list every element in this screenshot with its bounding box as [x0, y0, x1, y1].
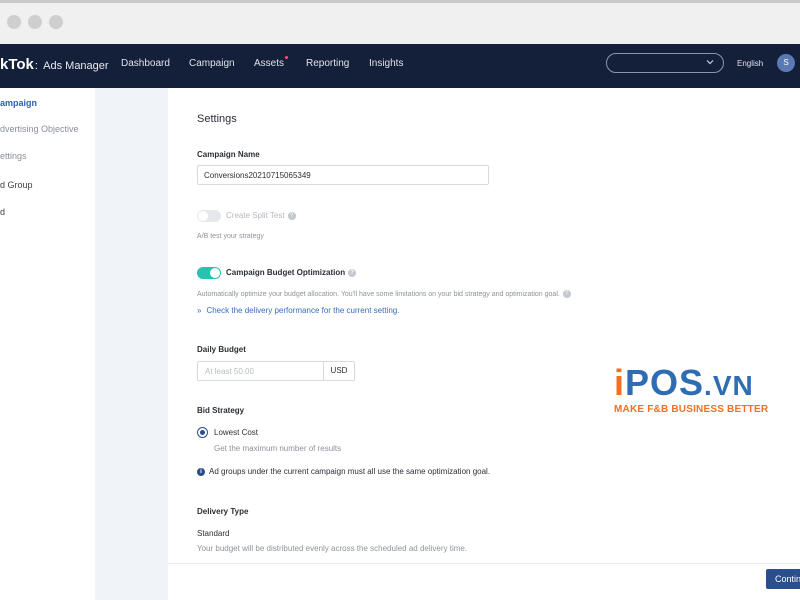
- split-test-label-wrap: Create Split Test?: [226, 211, 296, 220]
- sidebar-gutter: [95, 88, 168, 600]
- double-chevron-right-icon: »: [197, 306, 202, 315]
- bid-note-text: Ad groups under the current campaign mus…: [209, 467, 491, 476]
- daily-budget-placeholder: At least 50.00: [205, 367, 254, 376]
- sidebar: ampaign dvertising Objective ettings d G…: [0, 88, 95, 600]
- sidebar-item-ad-group[interactable]: d Group: [0, 180, 33, 190]
- bid-strategy-label: Bid Strategy: [197, 406, 245, 415]
- toggle-knob: [210, 268, 220, 278]
- window-close-dot[interactable]: [7, 15, 21, 29]
- help-icon[interactable]: ?: [562, 290, 571, 298]
- currency-label: USD: [323, 362, 354, 380]
- split-test-hint: A/B test your strategy: [197, 233, 264, 240]
- window-minimize-dot[interactable]: [28, 15, 42, 29]
- delivery-performance-link[interactable]: » Check the delivery performance for the …: [197, 306, 399, 315]
- brand-i: i: [614, 362, 626, 403]
- delivery-performance-link-text: Check the delivery performance for the c…: [206, 306, 400, 315]
- bid-note: i Ad groups under the current campaign mu…: [197, 467, 490, 476]
- daily-budget-input[interactable]: At least 50.00 USD: [197, 361, 355, 381]
- sidebar-item-settings[interactable]: ettings: [0, 151, 27, 161]
- radio-selected-dot: [200, 430, 205, 435]
- campaign-name-input[interactable]: Conversions20210715065349: [197, 165, 489, 185]
- nav-reporting[interactable]: Reporting: [306, 58, 349, 69]
- help-icon[interactable]: ?: [348, 268, 357, 277]
- settings-panel: [168, 88, 800, 563]
- browser-chrome: [0, 0, 800, 44]
- footer-bar: [168, 563, 800, 600]
- page-title: Settings: [197, 113, 237, 125]
- nav-assets[interactable]: Assets: [254, 58, 284, 69]
- cbo-hint: Automatically optimize your budget alloc…: [197, 290, 560, 298]
- logo-subtitle: Ads Manager: [43, 60, 109, 72]
- daily-budget-label: Daily Budget: [197, 345, 246, 354]
- split-test-toggle[interactable]: [197, 210, 221, 222]
- nav-campaign[interactable]: Campaign: [189, 58, 235, 69]
- app-logo[interactable]: kTok: Ads Manager: [0, 56, 109, 73]
- brand-vn: .VN: [704, 370, 754, 401]
- help-icon[interactable]: ?: [287, 211, 296, 220]
- chevron-down-icon: [706, 60, 714, 65]
- lowest-cost-label[interactable]: Lowest Cost: [214, 428, 258, 437]
- assets-notification-dot: [285, 56, 288, 59]
- sidebar-item-advertising-objective[interactable]: dvertising Objective: [0, 124, 79, 134]
- campaign-name-label: Campaign Name: [197, 150, 260, 159]
- nav-dashboard[interactable]: Dashboard: [121, 58, 170, 69]
- window-maximize-dot[interactable]: [49, 15, 63, 29]
- user-avatar[interactable]: S: [777, 54, 795, 72]
- lowest-cost-radio[interactable]: [197, 427, 208, 438]
- sidebar-item-campaign[interactable]: ampaign: [0, 98, 37, 108]
- top-navigation: kTok: Ads Manager Dashboard Campaign Ass…: [0, 44, 800, 88]
- info-icon: i: [197, 467, 205, 476]
- logo-colon: :: [34, 60, 38, 72]
- split-test-label: Create Split Test: [226, 211, 285, 220]
- ipos-watermark-logo: iPOS.VN: [614, 362, 754, 404]
- sidebar-item-ad[interactable]: d: [0, 207, 5, 217]
- cbo-label: Campaign Budget Optimization: [226, 268, 346, 277]
- cbo-hint-wrap: Automatically optimize your budget alloc…: [197, 290, 571, 298]
- brand-main: POS: [625, 362, 705, 403]
- cbo-label-wrap: Campaign Budget Optimization?: [226, 268, 357, 277]
- lowest-cost-hint: Get the maximum number of results: [214, 444, 342, 453]
- account-select[interactable]: [606, 53, 724, 73]
- delivery-hint: Your budget will be distributed evenly a…: [197, 544, 468, 553]
- logo-text: kTok: [0, 56, 34, 73]
- toggle-knob: [198, 211, 208, 221]
- delivery-type-label: Delivery Type: [197, 507, 249, 516]
- continue-button[interactable]: Continue: [766, 569, 800, 589]
- ipos-tagline: MAKE F&B BUSINESS BETTER: [614, 404, 769, 415]
- nav-insights[interactable]: Insights: [369, 58, 403, 69]
- cbo-toggle[interactable]: [197, 267, 221, 279]
- delivery-option: Standard: [197, 529, 230, 538]
- language-selector[interactable]: English: [737, 59, 763, 68]
